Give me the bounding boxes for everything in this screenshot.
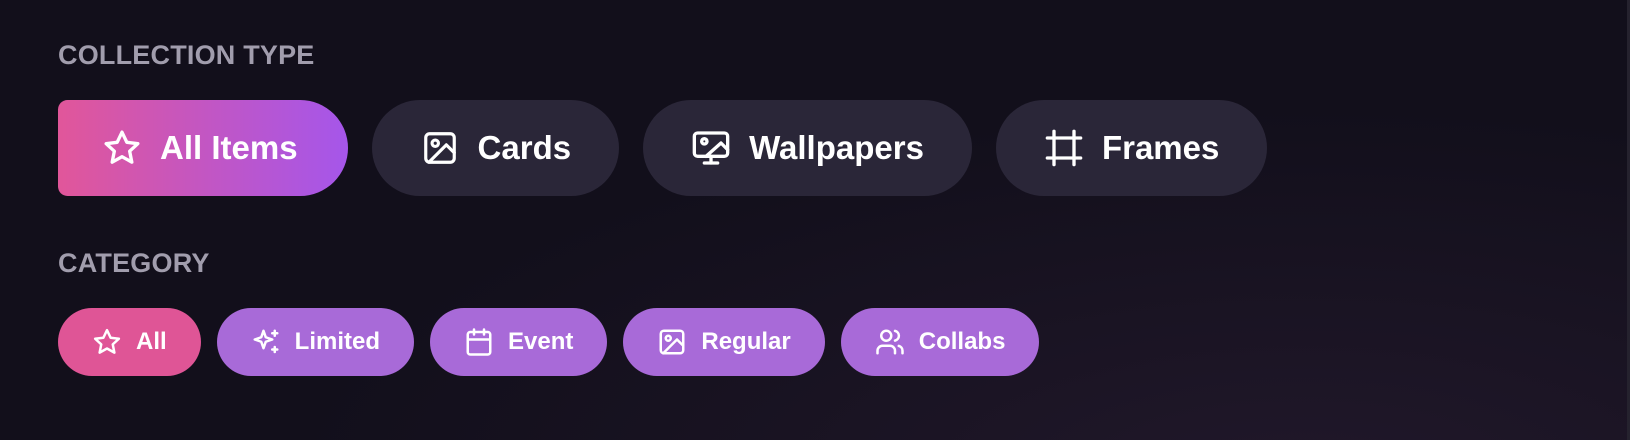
collection-type-frames-button[interactable]: Frames xyxy=(995,100,1268,196)
filter-panel: COLLECTION TYPE All Items Cards Wallpape… xyxy=(0,0,1630,440)
star-icon xyxy=(92,327,122,357)
collection-type-wallpapers-button[interactable]: Wallpapers xyxy=(643,100,972,196)
monitor-image-icon xyxy=(691,128,731,168)
collection-type-wallpapers-label: Wallpapers xyxy=(749,129,924,166)
category-regular-button[interactable]: Regular xyxy=(623,308,825,376)
calendar-icon xyxy=(464,327,494,357)
category-all-button[interactable]: All xyxy=(58,308,201,376)
image-icon xyxy=(420,128,460,168)
collection-type-frames-label: Frames xyxy=(1101,129,1220,166)
category-filter-group: All Limited Event Regular Collabs xyxy=(58,308,1055,376)
category-event-label: Event xyxy=(508,328,574,355)
category-all-label: All xyxy=(136,328,167,355)
collection-type-filter-group: All Items Cards Wallpapers Frames xyxy=(58,100,1291,196)
category-heading: CATEGORY xyxy=(58,248,210,278)
image-icon xyxy=(657,327,687,357)
category-regular-label: Regular xyxy=(701,328,791,355)
collection-type-all-items-button[interactable]: All Items xyxy=(58,100,348,196)
star-icon xyxy=(102,128,142,168)
users-icon xyxy=(875,327,905,357)
category-collabs-button[interactable]: Collabs xyxy=(840,308,1040,376)
collection-type-cards-button[interactable]: Cards xyxy=(371,100,620,196)
sparkles-icon xyxy=(251,327,281,357)
collection-type-heading: COLLECTION TYPE xyxy=(58,40,315,70)
collection-type-all-items-label: All Items xyxy=(160,129,298,166)
collection-type-cards-label: Cards xyxy=(477,129,572,166)
frame-icon xyxy=(1044,128,1084,168)
category-collabs-label: Collabs xyxy=(918,328,1006,355)
category-limited-button[interactable]: Limited xyxy=(216,308,415,376)
category-limited-label: Limited xyxy=(294,328,381,355)
category-event-button[interactable]: Event xyxy=(430,308,608,376)
